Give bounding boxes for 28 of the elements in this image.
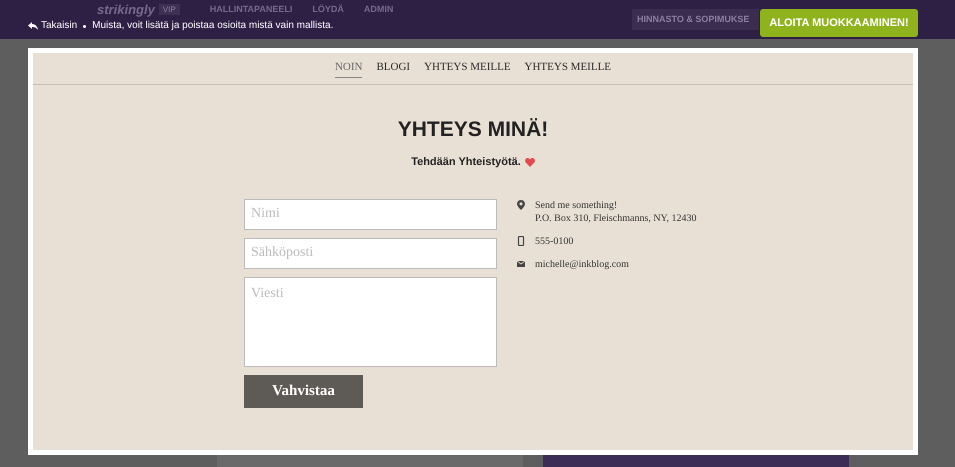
envelope-icon — [517, 258, 525, 268]
pricing-button[interactable]: HINNASTO & SOPIMUKSE — [632, 9, 759, 30]
page-heading: YHTEYS MINÄ! — [396, 119, 550, 140]
nav-link[interactable]: LÖYDÄ — [312, 4, 344, 15]
start-editing-button[interactable]: ALOITA MUOKKAAMINEN! — [760, 9, 918, 37]
nav-link[interactable]: NOIN — [334, 59, 362, 78]
notice-text: Muista, voit lisätä ja poistaa osioita mistä vain mallista. — [92, 20, 334, 32]
message-field[interactable]: Viesti — [244, 276, 497, 366]
nav-link[interactable]: ADMIN — [364, 4, 394, 15]
logo: strikingly — [97, 2, 155, 17]
contact-text: Send me something! — [535, 198, 618, 212]
contact-text: P.O. Box 310, Fleischmanns, NY, 12430 — [535, 212, 696, 224]
reply-arrow-icon — [28, 22, 38, 30]
submit-button[interactable]: Vahvistaa — [244, 374, 363, 408]
input-field[interactable]: Sähköposti — [244, 238, 497, 268]
subheading: Tehdään Yhteistyötä. — [411, 155, 521, 170]
phone-icon — [517, 236, 525, 246]
contact-text: 555-0100 — [535, 234, 574, 248]
map-pin-icon — [517, 200, 525, 210]
contact-text: michelle@inkblog.com — [535, 258, 629, 270]
heart-icon — [524, 158, 535, 167]
input-field[interactable]: Nimi — [244, 198, 497, 230]
nav-link[interactable]: YHTEYS MEILLE — [424, 59, 511, 78]
nav-link[interactable]: BLOGI — [376, 59, 410, 78]
back-link[interactable]: Takaisin — [28, 20, 78, 32]
nav-link[interactable]: HALLINTAPANEELI — [210, 4, 292, 15]
vip-badge: VIP — [158, 4, 180, 15]
nav-link[interactable]: YHTEYS MEILLE — [524, 59, 612, 78]
